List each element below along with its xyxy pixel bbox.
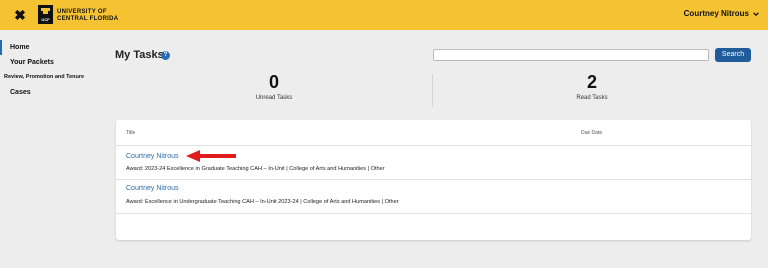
unread-tasks-count: 0 bbox=[268, 72, 279, 92]
stat-divider bbox=[432, 74, 433, 107]
read-tasks-stat[interactable]: 2 Read Tasks bbox=[532, 72, 652, 101]
help-icon[interactable]: ? bbox=[161, 51, 170, 60]
page-title: My Tasks bbox=[115, 49, 164, 61]
row-divider bbox=[116, 145, 751, 146]
user-menu[interactable]: Courtney Nitrous bbox=[684, 9, 760, 18]
close-icon[interactable]: ✖ bbox=[13, 8, 27, 22]
top-bar: ✖ UCF UNIVERSITY OF CENTRAL FLORIDA Cour… bbox=[0, 0, 768, 30]
red-arrow-annotation bbox=[186, 150, 236, 162]
sidebar-item-home[interactable]: Home bbox=[0, 40, 100, 55]
chevron-down-icon bbox=[753, 11, 759, 16]
task-name-link[interactable]: Courtney Nitrous bbox=[126, 153, 179, 160]
ucf-logo-mark: UCF bbox=[38, 5, 53, 24]
read-tasks-count: 2 bbox=[586, 72, 597, 92]
sidebar-item-cases[interactable]: Cases bbox=[0, 85, 100, 100]
task-detail: Award: Excellence in Undergraduate Teach… bbox=[126, 199, 399, 205]
unread-tasks-stat[interactable]: 0 Unread Tasks bbox=[214, 72, 334, 101]
tasks-table: Title Due Date Courtney Nitrous Award: 2… bbox=[116, 120, 751, 240]
search-button[interactable]: Search bbox=[715, 48, 751, 62]
task-name-link[interactable]: Courtney Nitrous bbox=[126, 185, 179, 192]
sidebar: Home Your Packets Review, Promotion and … bbox=[0, 40, 100, 100]
university-name: UNIVERSITY OF CENTRAL FLORIDA bbox=[57, 9, 118, 22]
search-input[interactable] bbox=[433, 49, 709, 61]
logo-mark-text: UCF bbox=[41, 17, 50, 22]
row-divider bbox=[116, 179, 751, 180]
unread-tasks-label: Unread Tasks bbox=[255, 95, 293, 101]
task-detail: Award: 2023-24 Excellence in Graduate Te… bbox=[126, 166, 385, 172]
sidebar-item-review-promotion-tenure[interactable]: Review, Promotion and Tenure bbox=[0, 70, 100, 85]
column-header-title[interactable]: Title bbox=[126, 130, 135, 136]
row-divider bbox=[116, 213, 751, 214]
logo-line-2: CENTRAL FLORIDA bbox=[57, 15, 119, 22]
sidebar-item-your-packets[interactable]: Your Packets bbox=[0, 55, 100, 70]
read-tasks-label: Read Tasks bbox=[576, 95, 608, 101]
user-name: Courtney Nitrous bbox=[683, 9, 749, 18]
column-header-due-date[interactable]: Due Date bbox=[581, 130, 602, 136]
